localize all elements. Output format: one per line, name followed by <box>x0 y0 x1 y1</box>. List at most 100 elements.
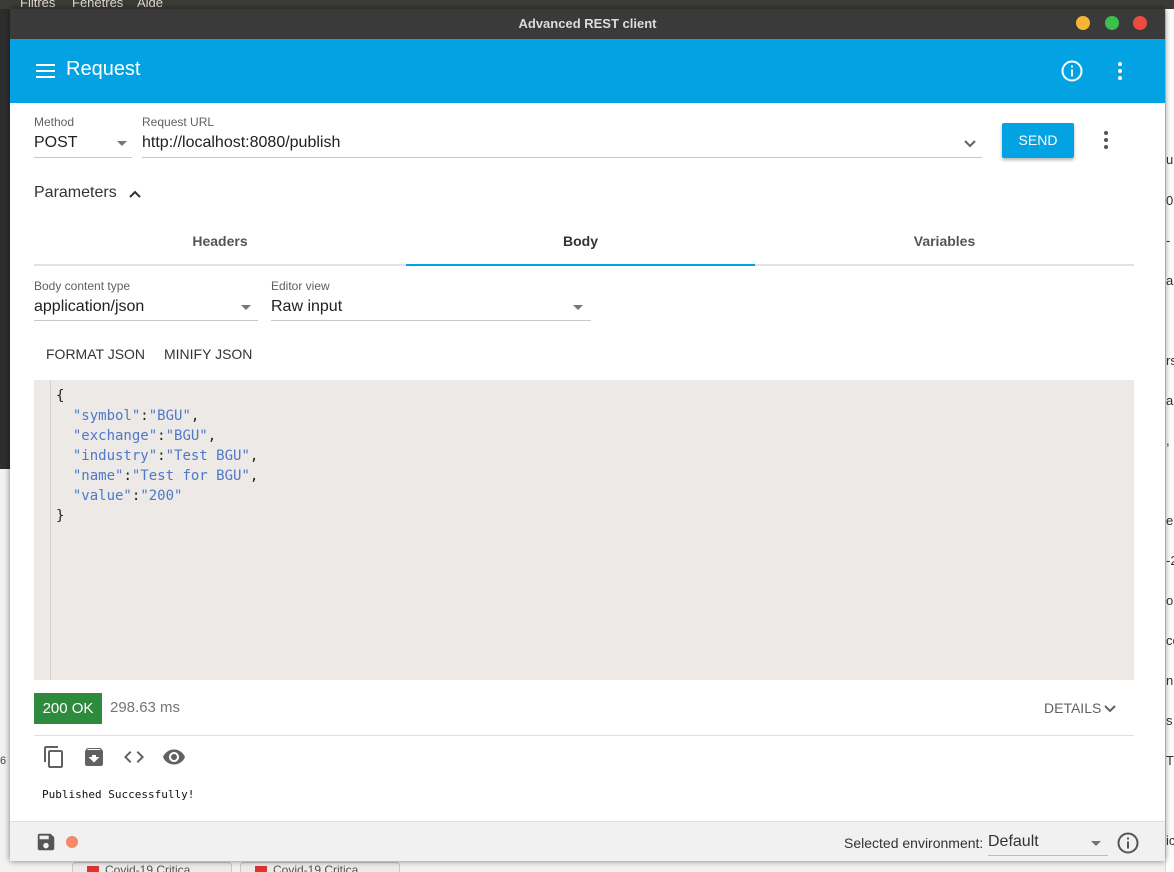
bg-fragment: s <box>1166 713 1173 728</box>
content-type-select[interactable]: application/json <box>34 298 144 316</box>
tab-headers[interactable]: Headers <box>34 233 406 249</box>
url-label: Request URL <box>142 115 215 129</box>
environment-label: Selected environment: <box>844 835 984 851</box>
collapse-parameters-icon[interactable] <box>127 186 143 202</box>
save-response-icon[interactable] <box>82 745 106 769</box>
bg-fragment: Tu <box>1166 753 1174 768</box>
bg-fragment: ar <box>1166 273 1174 288</box>
url-input[interactable]: http://localhost:8080/publish <box>142 134 340 152</box>
method-label: Method <box>34 115 75 129</box>
desktop-menu-filtres[interactable]: Filtres <box>20 0 55 9</box>
method-dropdown-icon[interactable] <box>117 141 127 146</box>
json-value: "BGU" <box>148 408 191 424</box>
environment-underline <box>988 855 1108 856</box>
response-time: 298.63 ms <box>110 699 181 716</box>
code-icon[interactable] <box>122 745 146 769</box>
window-titlebar[interactable]: Advanced REST client <box>10 9 1165 39</box>
bg-fragment: co <box>1166 633 1174 648</box>
code-line[interactable]: } <box>56 506 258 526</box>
response-divider <box>34 735 1134 736</box>
bg-fragment: rs <box>1166 353 1174 368</box>
json-value: "BGU" <box>165 428 208 444</box>
url-underline <box>142 157 982 158</box>
close-window-button[interactable] <box>1133 16 1147 30</box>
app-window: Advanced REST client Request Method POST… <box>10 9 1165 861</box>
format-json-button[interactable]: FORMAT JSON <box>46 346 145 362</box>
desktop-menubar: Filtres Fenêtres Aide <box>0 0 1174 9</box>
page-title: Request <box>66 58 141 80</box>
environment-info-icon[interactable] <box>1116 831 1140 855</box>
favicon-icon <box>255 866 267 872</box>
code-line[interactable]: { <box>56 386 258 406</box>
copy-icon[interactable] <box>42 745 66 769</box>
bg-fragment: , <box>1166 433 1170 448</box>
bg-fragment: e <box>1166 513 1174 528</box>
unsaved-indicator <box>66 836 78 848</box>
maximize-button[interactable] <box>1105 16 1119 30</box>
content-type-dropdown-icon[interactable] <box>241 305 251 310</box>
minimize-button[interactable] <box>1076 16 1090 30</box>
app-toolbar: Request <box>10 39 1165 103</box>
method-underline <box>34 157 132 158</box>
browser-tab[interactable]: Covid-19 Critica <box>240 862 400 872</box>
info-icon[interactable] <box>1060 59 1084 83</box>
bg-fragment: ic <box>1166 833 1174 848</box>
bg-fragment: u <box>1166 152 1174 167</box>
favicon-icon <box>87 866 99 872</box>
code-line[interactable]: "exchange":"BGU", <box>56 426 258 446</box>
desktop-menu-fenetres[interactable]: Fenêtres <box>72 0 123 9</box>
json-key: "name" <box>72 468 124 484</box>
status-badge: 200 OK <box>34 693 102 724</box>
environment-select[interactable]: Default <box>988 833 1039 851</box>
bg-fragment: ni <box>1166 673 1174 688</box>
code-line[interactable]: "industry":"Test BGU", <box>56 446 258 466</box>
editor-view-underline <box>271 320 591 321</box>
preview-eye-icon[interactable] <box>162 745 186 769</box>
desktop-menu-aide[interactable]: Aide <box>137 0 163 9</box>
bg-fragment: -2 <box>1166 553 1174 568</box>
chevron-down-icon[interactable] <box>1103 702 1117 716</box>
bg-fragment: a <box>1166 393 1174 408</box>
editor-gutter <box>34 380 51 680</box>
request-options-icon[interactable] <box>1094 128 1118 152</box>
desktop-background-window <box>0 9 10 469</box>
send-button[interactable]: SEND <box>1002 123 1074 158</box>
bg-fragment: - <box>1166 233 1171 248</box>
minify-json-button[interactable]: MINIFY JSON <box>164 346 252 362</box>
browser-tab-label: Covid-19 Critica <box>105 863 191 872</box>
code-line[interactable]: "value":"200" <box>56 486 258 506</box>
save-icon[interactable] <box>35 831 57 853</box>
code-line[interactable]: "symbol":"BGU", <box>56 406 258 426</box>
json-key: "symbol" <box>72 408 141 424</box>
code-line[interactable]: "name":"Test for BGU", <box>56 466 258 486</box>
editor-code[interactable]: { "symbol":"BGU", "exchange":"BGU", "ind… <box>56 386 258 526</box>
body-editor[interactable]: { "symbol":"BGU", "exchange":"BGU", "ind… <box>34 380 1134 680</box>
active-tab-indicator <box>406 264 755 266</box>
bg-fragment: 6 <box>0 755 7 767</box>
tab-body[interactable]: Body <box>406 233 755 249</box>
editor-view-dropdown-icon[interactable] <box>573 305 583 310</box>
browser-tab-label: Covid-19 Critica <box>273 863 359 872</box>
tab-variables[interactable]: Variables <box>755 233 1134 249</box>
json-key: "industry" <box>72 448 158 464</box>
content-type-label: Body content type <box>34 279 131 293</box>
json-value: "Test BGU" <box>165 448 250 464</box>
desktop-background-page: u 0 - ar rs a , e -2 or co ni s Tu ic <box>1165 9 1174 872</box>
editor-view-label: Editor view <box>271 279 330 293</box>
response-body: Published Successfully! <box>42 788 195 801</box>
url-history-chevron-icon[interactable] <box>962 136 978 152</box>
json-key: "value" <box>72 488 132 504</box>
json-value: "200" <box>140 488 183 504</box>
json-key: "exchange" <box>72 428 158 444</box>
bg-fragment: 0 <box>1166 193 1174 208</box>
environment-dropdown-icon[interactable] <box>1091 841 1101 846</box>
browser-tab[interactable]: Covid-19 Critica <box>72 862 232 872</box>
details-button[interactable]: DETAILS <box>1044 700 1101 716</box>
method-select[interactable]: POST <box>34 134 78 152</box>
json-value: "Test for BGU" <box>131 468 250 484</box>
editor-view-select[interactable]: Raw input <box>271 298 342 316</box>
more-vert-icon[interactable] <box>1108 59 1132 83</box>
hamburger-menu-icon[interactable] <box>36 61 56 81</box>
parameters-title: Parameters <box>34 184 117 201</box>
window-title: Advanced REST client <box>518 16 657 31</box>
